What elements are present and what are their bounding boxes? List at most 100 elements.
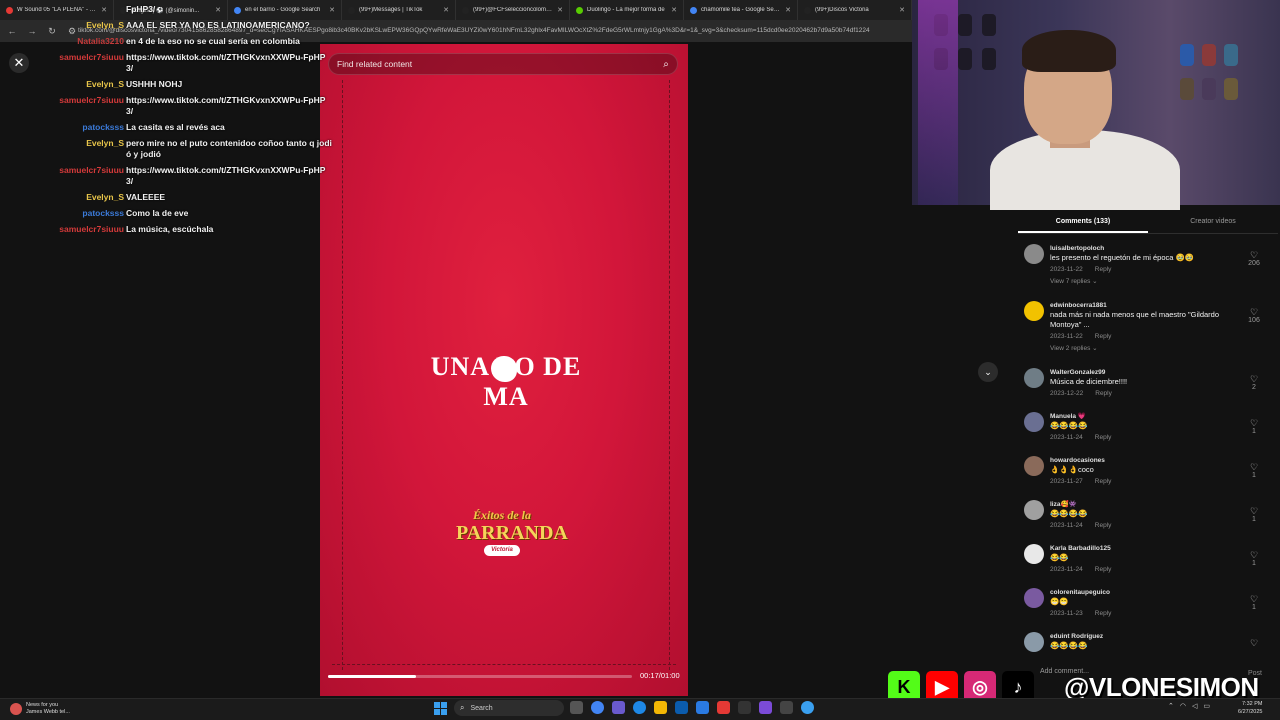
browser-tab[interactable]: Duolingo - La mejor forma de ✕ xyxy=(570,0,684,20)
related-search-input[interactable]: Find related content ⌕ xyxy=(328,53,678,75)
search-icon[interactable]: ⌕ xyxy=(655,59,677,70)
close-tab-icon[interactable]: ✕ xyxy=(671,6,677,14)
back-icon[interactable]: ← xyxy=(6,26,18,36)
comment-username[interactable]: luisalbertopoloch xyxy=(1050,244,1250,253)
wifi-icon[interactable]: ◠ xyxy=(1180,702,1186,710)
chrome-icon[interactable] xyxy=(591,701,604,714)
like-button[interactable]: ♡ 1 xyxy=(1244,550,1264,567)
like-button[interactable]: ♡ 1 xyxy=(1244,418,1264,435)
avatar[interactable] xyxy=(1024,368,1044,388)
chat-message: Evelyn_S AAA EL SER YA NO ES LATINOAMERIC… xyxy=(58,20,338,31)
comment-meta: 2023-11-24 Reply xyxy=(1050,433,1250,443)
reply-button[interactable]: Reply xyxy=(1095,566,1112,573)
task-view-icon[interactable] xyxy=(570,701,583,714)
browser-tab[interactable]: (99+)Messages | TikTok ✕ xyxy=(342,0,456,20)
reply-button[interactable]: Reply xyxy=(1095,333,1112,340)
chat-message: Evelyn_S pero mire no el puto contenidoo … xyxy=(58,138,338,160)
chevron-up-icon[interactable]: ⌃ xyxy=(1168,702,1174,710)
edge-icon[interactable] xyxy=(633,701,646,714)
chat-message: patocksss La casita es al revés aca xyxy=(58,122,338,133)
copilot-icon[interactable] xyxy=(612,701,625,714)
comment-username[interactable]: Manuela 💗 xyxy=(1050,412,1250,421)
reply-button[interactable]: Reply xyxy=(1095,610,1112,617)
taskbar-clock[interactable]: 7:32 PM 6/27/2025 xyxy=(1238,700,1262,716)
app-icon[interactable] xyxy=(780,701,793,714)
windows-start-icon[interactable] xyxy=(434,702,447,715)
view-replies-button[interactable]: View 2 replies ⌄ xyxy=(1050,344,1250,354)
favicon-icon xyxy=(6,6,13,14)
comment-username[interactable]: WalterGonzalez99 xyxy=(1050,368,1250,377)
volume-icon[interactable]: ◁ xyxy=(1192,702,1197,710)
tab-creator-videos[interactable]: Creator videos xyxy=(1148,212,1278,233)
close-tab-icon[interactable]: ✕ xyxy=(785,6,791,14)
battery-icon[interactable]: ▭ xyxy=(1203,702,1210,710)
browser-tab[interactable]: chamomile tea - Google Search ✕ xyxy=(684,0,798,20)
like-button[interactable]: ♡ 2 xyxy=(1244,374,1264,391)
chat-text: https://www.tiktok.com/t/ZTHGKvxnXXWPu-F… xyxy=(126,95,326,116)
comment-username[interactable]: liza🥰👾 xyxy=(1050,500,1250,509)
like-button[interactable]: ♡ xyxy=(1244,638,1264,648)
close-tab-icon[interactable]: ✕ xyxy=(557,6,563,14)
chat-text: pero mire no el puto contenidoo coñoo ta… xyxy=(126,138,332,159)
discord-icon[interactable] xyxy=(759,701,772,714)
avatar[interactable] xyxy=(1024,456,1044,476)
string-lights-right xyxy=(664,80,670,670)
chat-message: samuelcr7siuuu https://www.tiktok.com/t/Z… xyxy=(58,52,338,74)
browser-tab[interactable]: (99+)Discos Victoria ✕ xyxy=(798,0,912,20)
view-replies-button[interactable]: View 7 replies ⌄ xyxy=(1050,277,1250,287)
reply-button[interactable]: Reply xyxy=(1095,434,1112,441)
comment-username[interactable]: eduint Rodríguez xyxy=(1050,632,1250,641)
reply-button[interactable]: Reply xyxy=(1095,266,1112,273)
comment-body: colorenitaupeguico 😁😁 2023-11-23 Reply xyxy=(1050,588,1250,619)
forward-icon[interactable]: → xyxy=(26,26,38,36)
news-widget[interactable]: News for you James Webb tel... xyxy=(10,702,70,716)
cap-decoration xyxy=(958,14,972,36)
avatar[interactable] xyxy=(1024,588,1044,608)
heart-icon: ♡ xyxy=(1249,594,1259,604)
avatar[interactable] xyxy=(1024,301,1044,321)
reply-button[interactable]: Reply xyxy=(1095,390,1112,397)
cap-decoration xyxy=(982,48,996,70)
video-progress-bar[interactable] xyxy=(328,675,632,678)
taskbar-search[interactable]: ⌕ Search xyxy=(454,700,564,716)
close-tab-icon[interactable]: ✕ xyxy=(899,6,905,14)
app-icon[interactable] xyxy=(717,701,730,714)
avatar[interactable] xyxy=(1024,544,1044,564)
app-icon[interactable] xyxy=(801,701,814,714)
favicon-icon xyxy=(348,6,355,14)
avatar[interactable] xyxy=(1024,244,1044,264)
close-video-button[interactable]: ✕ xyxy=(9,53,29,73)
avatar[interactable] xyxy=(1024,412,1044,432)
file-explorer-icon[interactable] xyxy=(654,701,667,714)
like-button[interactable]: ♡ 206 xyxy=(1244,250,1264,267)
next-video-button[interactable]: ⌄ xyxy=(978,362,998,382)
reply-button[interactable]: Reply xyxy=(1095,478,1112,485)
browser-tab[interactable]: (99+)@FCFseleccioncolombia | ✕ xyxy=(456,0,570,20)
avatar[interactable] xyxy=(1024,632,1044,652)
comment-username[interactable]: howardocasiones xyxy=(1050,456,1250,465)
chat-username: Natalia3210 xyxy=(77,36,124,46)
comment-username[interactable]: colorenitaupeguico xyxy=(1050,588,1250,597)
app-icon[interactable] xyxy=(738,701,751,714)
favicon-icon xyxy=(690,6,697,14)
reload-icon[interactable]: ↻ xyxy=(46,26,58,37)
avatar[interactable] xyxy=(1024,500,1044,520)
store-icon[interactable] xyxy=(696,701,709,714)
comment-meta: 2023-11-23 Reply xyxy=(1050,609,1250,619)
reply-button[interactable]: Reply xyxy=(1095,522,1112,529)
comment-text: 😂😂😂😂 xyxy=(1050,641,1088,650)
like-button[interactable]: ♡ 106 xyxy=(1244,307,1264,324)
tab-comments[interactable]: Comments (133) xyxy=(1018,212,1148,233)
taskbar-apps xyxy=(570,701,814,714)
chat-username: samuelcr7siuuu xyxy=(59,95,124,105)
like-button[interactable]: ♡ 1 xyxy=(1244,594,1264,611)
comment-meta: 2023-11-27 Reply xyxy=(1050,477,1250,487)
comment-username[interactable]: Karla Barbadillo125 xyxy=(1050,544,1250,553)
comment-username[interactable]: edwinbocerra1881 xyxy=(1050,301,1250,310)
comment-body: luisalbertopoloch les presento el reguetó… xyxy=(1050,244,1250,287)
comment-date: 2023-11-24 xyxy=(1050,522,1083,529)
outlook-icon[interactable] xyxy=(675,701,688,714)
close-tab-icon[interactable]: ✕ xyxy=(443,6,449,14)
like-button[interactable]: ♡ 1 xyxy=(1244,462,1264,479)
like-button[interactable]: ♡ 1 xyxy=(1244,506,1264,523)
